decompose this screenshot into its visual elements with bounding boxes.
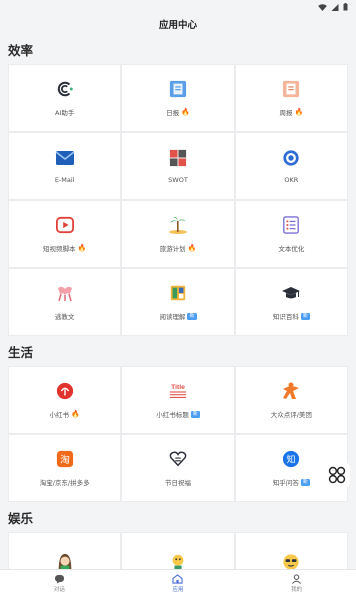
app-xiaohongshu[interactable]: 小红书 🔥 — [9, 367, 121, 433]
app-label: SWOT — [168, 176, 188, 184]
app-label: 文本优化 — [278, 245, 305, 253]
app-grid-efficiency: AI助手 日报 🔥 周报 🔥 E-Mail SWOT OKR 短视频脚本 🔥 旅… — [8, 64, 348, 336]
avatar-girl-icon — [55, 552, 75, 569]
nav-item-apps[interactable]: 应用 — [148, 573, 208, 593]
app-text-optimize[interactable]: 文本优化 — [235, 201, 347, 267]
app-travel-plan[interactable]: 旅游计划 🔥 — [122, 201, 234, 267]
nav-item-profile[interactable]: 我的 — [267, 573, 327, 593]
video-script-icon — [55, 215, 75, 235]
new-badge: 新 — [187, 312, 197, 320]
swot-icon — [168, 148, 188, 168]
travel-plan-icon — [168, 215, 188, 235]
bottom-nav: 对话 应用 我的 — [0, 569, 356, 596]
new-badge: 新 — [190, 410, 200, 418]
app-encyclopedia[interactable]: 知识百科新 — [235, 269, 347, 335]
app-xiaohongshu-title[interactable]: Title 小红书标题新 — [122, 367, 234, 433]
xiaohongshu-icon — [55, 381, 75, 401]
weekly-report-icon — [281, 79, 301, 99]
app-label: 淘宝/京东/拼多多 — [39, 479, 90, 487]
svg-text:知: 知 — [287, 454, 296, 466]
new-badge: 新 — [300, 478, 310, 486]
ai-assistant-icon — [55, 79, 75, 99]
encyclopedia-icon — [281, 283, 301, 303]
text-optimize-icon — [281, 215, 301, 235]
status-bar — [0, 0, 356, 14]
grid-apps-icon — [328, 466, 346, 484]
hot-flame-icon: 🔥 — [187, 243, 197, 252]
section-title-efficiency: 效率 — [8, 42, 34, 58]
hot-flame-icon: 🔥 — [181, 107, 190, 116]
hot-flame-icon: 🔥 — [77, 243, 87, 252]
reading-icon — [168, 283, 188, 303]
hot-flame-icon: 🔥 — [294, 107, 304, 116]
app-review[interactable]: 大众点评/美团 — [235, 367, 347, 433]
review-icon — [281, 381, 301, 401]
app-weekly-report[interactable]: 周报 🔥 — [235, 65, 347, 131]
app-label: AI助手 — [54, 109, 75, 117]
daily-report-icon — [168, 79, 188, 99]
app-holiday-greeting[interactable]: 节日祝福 — [122, 435, 234, 501]
email-icon — [55, 148, 75, 168]
app-avatar-girl[interactable] — [9, 533, 121, 569]
section-title-life: 生活 — [8, 344, 34, 360]
app-grid-entertainment — [8, 532, 348, 569]
article-icon — [55, 283, 75, 303]
nav-item-chat[interactable]: 对话 — [29, 574, 89, 593]
app-grid-life: 小红书 🔥 Title 小红书标题新 大众点评/美团 淘 淘宝/京东/拼多多 节日… — [8, 366, 348, 502]
app-reading[interactable]: 阅读理解新 — [122, 269, 234, 335]
home-icon — [172, 573, 184, 584]
app-cartoon[interactable] — [122, 533, 234, 569]
app-label: 知识百科 — [272, 313, 299, 321]
battery-icon — [343, 3, 348, 11]
app-ai-assistant[interactable]: AI助手 — [9, 65, 121, 131]
floating-apps-button[interactable] — [324, 462, 350, 488]
app-email[interactable]: E-Mail — [9, 133, 121, 199]
app-shopping[interactable]: 淘 淘宝/京东/拼多多 — [9, 435, 121, 501]
okr-icon — [281, 148, 301, 168]
svg-text:Title: Title — [171, 384, 185, 391]
app-label: 周报 — [279, 109, 293, 117]
app-emoji-cool[interactable] — [235, 533, 347, 569]
app-daily-report[interactable]: 日报 🔥 — [122, 65, 234, 131]
app-label: 小红书 — [49, 411, 70, 419]
profile-icon — [292, 573, 302, 584]
emoji-cool-icon — [281, 552, 301, 569]
app-label: 阅读理解 — [159, 313, 186, 321]
nav-label: 对话 — [53, 586, 65, 593]
nav-label: 我的 — [291, 586, 303, 593]
shopping-icon: 淘 — [55, 449, 75, 469]
app-video-script[interactable]: 短视频脚本 🔥 — [9, 201, 121, 267]
wifi-icon — [318, 3, 327, 11]
app-label: 大众点评/美团 — [270, 411, 312, 419]
app-okr[interactable]: OKR — [235, 133, 347, 199]
app-label: OKR — [284, 176, 299, 184]
app-label: 逃教文 — [54, 313, 75, 321]
hot-flame-icon: 🔥 — [71, 409, 80, 418]
app-label: 日报 — [166, 109, 180, 117]
app-label: 节日祝福 — [164, 479, 191, 487]
app-swot[interactable]: SWOT — [122, 133, 234, 199]
zhihu-icon: 知 — [281, 449, 301, 469]
holiday-greeting-icon — [168, 449, 188, 469]
svg-text:淘: 淘 — [60, 453, 70, 466]
app-label: 短视频脚本 — [43, 245, 76, 253]
section-title-entertainment: 娱乐 — [8, 510, 34, 526]
app-article[interactable]: 逃教文 — [9, 269, 121, 335]
nav-label: 应用 — [172, 586, 184, 593]
page-title: 应用中心 — [158, 20, 197, 31]
chat-icon — [54, 574, 64, 584]
title-icon: Title — [168, 381, 188, 401]
app-label: 小红书标题 — [156, 411, 189, 419]
app-list[interactable]: 效率 AI助手 日报 🔥 周报 🔥 E-Mail SWOT OKR 短视频脚本 … — [0, 34, 356, 569]
app-label: E-Mail — [54, 176, 75, 184]
new-badge: 新 — [300, 312, 310, 320]
app-label: 知乎问答 — [272, 479, 299, 487]
app-label: 旅游计划 — [159, 245, 186, 253]
signal-icon — [331, 3, 339, 11]
cartoon-icon — [168, 552, 188, 569]
